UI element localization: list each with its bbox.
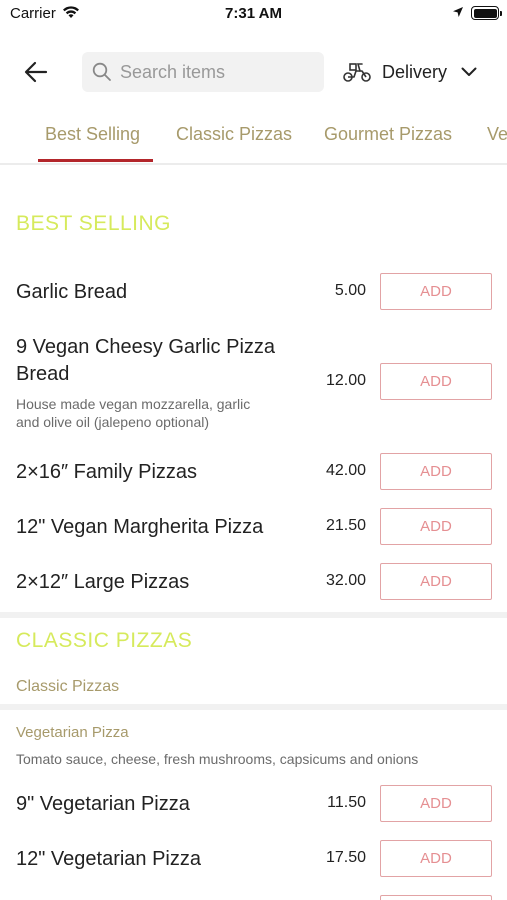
item-group-description: Tomato sauce, cheese, fresh mushrooms, c… xyxy=(16,751,419,767)
add-button-partial[interactable] xyxy=(380,895,492,900)
item-price: 12.00 xyxy=(325,372,366,389)
active-tab-indicator xyxy=(38,159,153,162)
scooter-icon xyxy=(343,63,371,82)
item-description-line2: and olive oil (jalepeno optional) xyxy=(16,414,210,430)
tab-vegan[interactable]: Ve xyxy=(487,124,507,145)
item-price: 17.50 xyxy=(325,849,366,866)
tab-classic-pizzas[interactable]: Classic Pizzas xyxy=(176,124,292,145)
clock: 7:31 AM xyxy=(225,5,282,22)
item-group-title: Vegetarian Pizza xyxy=(16,724,129,741)
delivery-mode-selector[interactable]: Delivery xyxy=(342,52,492,92)
item-description-line1: House made vegan mozzarella, garlic xyxy=(16,396,251,412)
item-name: 12" Vegan Margherita Pizza xyxy=(16,516,264,538)
section-divider xyxy=(0,612,507,618)
category-tabs: Best Selling Classic Pizzas Gourmet Pizz… xyxy=(0,110,507,165)
item-price: 5.00 xyxy=(334,282,366,299)
location-arrow-icon xyxy=(453,7,463,17)
search-icon xyxy=(92,62,111,81)
item-name-line2: Bread xyxy=(16,363,70,385)
status-bar: Carrier 7:31 AM xyxy=(0,0,507,30)
item-price: 11.50 xyxy=(327,794,366,811)
item-name: 2×12″ Large Pizzas xyxy=(16,571,190,593)
item-price: 21.50 xyxy=(325,517,366,534)
section-title-best-selling: BEST SELLING xyxy=(16,212,172,235)
add-button[interactable]: ADD xyxy=(380,785,492,822)
add-button[interactable]: ADD xyxy=(380,563,492,600)
back-button[interactable] xyxy=(22,58,50,86)
item-name: 12" Vegetarian Pizza xyxy=(16,848,201,870)
section-title-classic-pizzas: CLASSIC PIZZAS xyxy=(16,629,193,652)
item-name-line1: 9 Vegan Cheesy Garlic Pizza xyxy=(16,336,276,358)
battery-icon xyxy=(471,6,502,20)
tab-gourmet-pizzas[interactable]: Gourmet Pizzas xyxy=(324,124,452,145)
tab-best-selling[interactable]: Best Selling xyxy=(45,124,140,145)
chevron-down-icon xyxy=(461,67,477,76)
add-button[interactable]: ADD xyxy=(380,453,492,490)
search-bar[interactable] xyxy=(82,52,324,92)
search-input[interactable] xyxy=(120,61,310,83)
item-name: 2×16″ Family Pizzas xyxy=(16,461,198,483)
delivery-label: Delivery xyxy=(382,61,448,82)
back-arrow-icon xyxy=(24,61,48,83)
item-price: 32.00 xyxy=(325,572,366,589)
subcategory-label: Classic Pizzas xyxy=(16,678,120,695)
add-button[interactable]: ADD xyxy=(380,363,492,400)
item-name: Garlic Bread xyxy=(16,281,128,303)
add-button[interactable]: ADD xyxy=(380,840,492,877)
add-button[interactable]: ADD xyxy=(380,273,492,310)
item-price: 42.00 xyxy=(325,462,366,479)
item-name: 9" Vegetarian Pizza xyxy=(16,793,190,815)
section-divider xyxy=(0,704,507,710)
add-button[interactable]: ADD xyxy=(380,508,492,545)
